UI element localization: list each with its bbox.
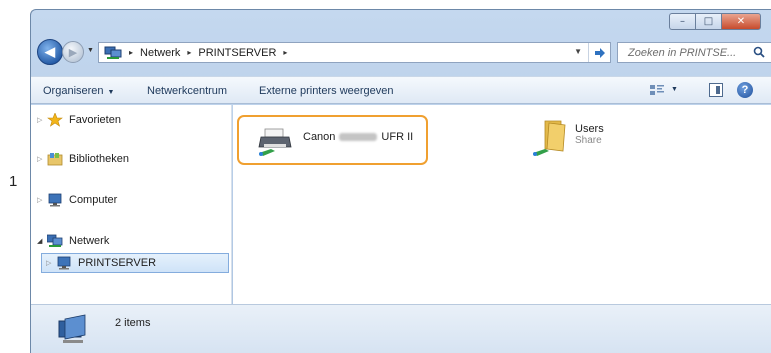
computer-icon [56,256,74,270]
network-icon [104,46,122,60]
breadcrumb-printserver[interactable]: PRINTSERVER [198,47,276,59]
sidebar-item-printserver[interactable]: ▷ PRINTSERVER [41,253,229,273]
change-view-icon[interactable] [649,83,665,97]
breadcrumb-separator[interactable]: ▸ [283,48,287,57]
sidebar-item-label: Favorieten [69,114,121,126]
network-center-button[interactable]: Netwerkcentrum [147,85,227,97]
computer-icon [55,313,93,347]
shared-folder-item[interactable]: Users Share [531,119,651,160]
back-button[interactable]: ◀ [37,39,63,65]
recent-pages-dropdown[interactable]: ▼ [87,47,94,54]
star-icon [47,112,65,127]
sidebar-item-computer[interactable]: ▷ Computer [37,193,117,207]
preview-pane-icon[interactable] [709,83,723,97]
folder-text: Users Share [575,123,604,147]
expand-arrow-icon[interactable]: ▷ [37,116,47,124]
folder-type: Share [575,135,602,146]
expand-arrow-icon[interactable]: ▷ [37,155,47,163]
show-printers-button[interactable]: Externe printers weergeven [259,85,394,97]
navigation-pane: ▷ Favorieten ▷ Bibliotheken ▷ Computer ◢ [31,105,232,304]
chevron-down-icon: ▼ [107,89,115,96]
breadcrumb-netwerk[interactable]: Netwerk [140,47,180,59]
maximize-button[interactable]: □ [695,13,721,30]
folder-name: Users [575,123,604,135]
refresh-icon[interactable] [588,43,610,62]
search-placeholder: Zoeken in PRINTSE... [628,46,737,59]
forward-button[interactable]: ▶ [62,41,84,63]
library-icon [47,152,65,166]
breadcrumb-separator: ▸ [129,48,134,57]
status-bar: 2 items [31,304,771,353]
address-bar[interactable]: ▸ Netwerk ▸ PRINTSERVER ▸ ▼ [98,42,611,63]
shared-folder-icon [531,119,567,160]
collapse-arrow-icon[interactable]: ◢ [37,237,47,245]
expand-arrow-icon[interactable]: ▷ [37,196,47,204]
shared-printer-item[interactable]: Canon UFR II [237,115,428,165]
sidebar-item-network[interactable]: ◢ Netwerk [37,234,109,248]
computer-icon [47,193,65,207]
command-bar: Organiseren ▼ Netwerkcentrum Externe prin… [31,76,771,104]
window-controls: – □ ✕ [669,13,761,30]
printer-icon [257,127,293,160]
sidebar-item-label: Computer [69,194,118,206]
breadcrumb-separator: ▸ [187,48,192,57]
search-icon[interactable] [753,46,765,58]
explorer-window: – □ ✕ ◀ ▶ ▼ ▸ Netwerk ▸ PRINTSERVER ▸ ▼ [30,9,771,353]
expand-arrow-icon[interactable]: ▷ [46,259,56,267]
address-dropdown-icon[interactable]: ▼ [574,47,582,56]
sidebar-item-label: Netwerk [69,235,110,247]
file-list: Canon UFR II Users Share [233,105,771,304]
title-bar: – □ ✕ [31,10,771,38]
organize-button[interactable]: Organiseren ▼ [43,85,114,97]
sidebar-item-label: Bibliotheken [69,153,129,165]
minimize-button[interactable]: – [669,13,695,30]
step-number: 1 [9,173,18,190]
sidebar-item-favorites[interactable]: ▷ Favorieten [37,112,121,127]
item-count: 2 items [115,317,151,329]
organize-label: Organiseren [43,85,104,97]
sidebar-item-label: PRINTSERVER [78,257,157,269]
printer-brand: Canon [303,131,336,143]
network-icon [46,234,65,248]
close-button[interactable]: ✕ [721,13,761,30]
navigation-bar: ◀ ▶ ▼ ▸ Netwerk ▸ PRINTSERVER ▸ ▼ Zoeken… [31,38,771,66]
printer-name: Canon UFR II [303,131,413,143]
redacted-model [339,133,378,142]
printer-driver: UFR II [381,131,414,143]
search-input[interactable]: Zoeken in PRINTSE... [617,42,771,63]
view-dropdown-icon[interactable]: ▼ [671,86,678,93]
sidebar-item-libraries[interactable]: ▷ Bibliotheken [37,152,129,166]
help-icon[interactable]: ? [737,82,753,98]
